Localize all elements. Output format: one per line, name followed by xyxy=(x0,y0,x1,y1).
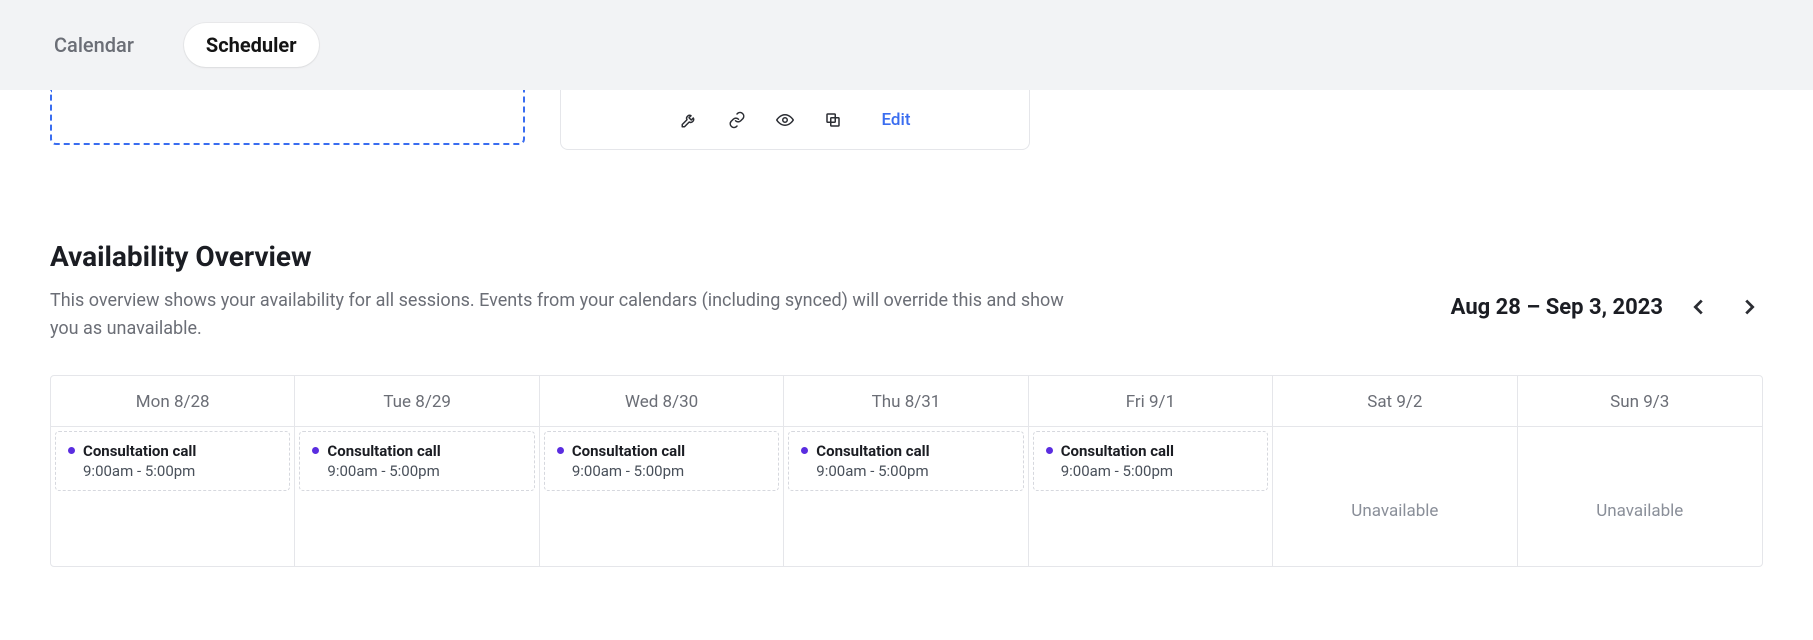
unavailable-label: Unavailable xyxy=(1522,431,1758,562)
action-icon-row xyxy=(679,110,843,130)
event-card[interactable]: Consultation call 9:00am - 5:00pm xyxy=(544,431,779,491)
day-column: Tue 8/29 Consultation call 9:00am - 5:00… xyxy=(295,376,539,566)
event-time: 9:00am - 5:00pm xyxy=(1061,462,1255,480)
availability-subrow: This overview shows your availability fo… xyxy=(50,287,1763,343)
event-card[interactable]: Consultation call 9:00am - 5:00pm xyxy=(55,431,290,491)
add-placeholder-box[interactable] xyxy=(50,90,525,145)
prev-week-button[interactable] xyxy=(1685,293,1713,321)
tab-calendar[interactable]: Calendar xyxy=(32,23,156,67)
day-body: Unavailable xyxy=(1518,427,1762,566)
day-column: Sat 9/2 Unavailable xyxy=(1273,376,1517,566)
event-title: Consultation call xyxy=(327,442,440,460)
event-title: Consultation call xyxy=(572,442,685,460)
date-range-nav: Aug 28 – Sep 3, 2023 xyxy=(1451,287,1763,321)
availability-subtitle: This overview shows your availability fo… xyxy=(50,287,1070,343)
event-dot-icon xyxy=(1046,447,1053,454)
event-title: Consultation call xyxy=(83,442,196,460)
event-dot-icon xyxy=(312,447,319,454)
next-week-button[interactable] xyxy=(1735,293,1763,321)
availability-table: Mon 8/28 Consultation call 9:00am - 5:00… xyxy=(50,375,1763,567)
tab-scheduler[interactable]: Scheduler xyxy=(184,23,319,67)
edit-link[interactable]: Edit xyxy=(881,110,910,130)
event-title: Consultation call xyxy=(816,442,929,460)
link-icon[interactable] xyxy=(727,110,747,130)
day-header: Wed 8/30 xyxy=(540,376,783,427)
day-column: Sun 9/3 Unavailable xyxy=(1518,376,1762,566)
day-body: Consultation call 9:00am - 5:00pm xyxy=(51,427,294,566)
wrench-icon[interactable] xyxy=(679,110,699,130)
event-title-row: Consultation call xyxy=(312,442,521,460)
event-card[interactable]: Consultation call 9:00am - 5:00pm xyxy=(1033,431,1268,491)
event-time: 9:00am - 5:00pm xyxy=(816,462,1010,480)
day-column: Mon 8/28 Consultation call 9:00am - 5:00… xyxy=(51,376,295,566)
event-card[interactable]: Consultation call 9:00am - 5:00pm xyxy=(788,431,1023,491)
eye-icon[interactable] xyxy=(775,110,795,130)
event-title: Consultation call xyxy=(1061,442,1174,460)
event-dot-icon xyxy=(801,447,808,454)
tab-group: Calendar Scheduler xyxy=(24,17,327,73)
day-column: Thu 8/31 Consultation call 9:00am - 5:00… xyxy=(784,376,1028,566)
unavailable-label: Unavailable xyxy=(1277,431,1512,562)
event-title-row: Consultation call xyxy=(557,442,766,460)
event-title-row: Consultation call xyxy=(1046,442,1255,460)
day-header: Tue 8/29 xyxy=(295,376,538,427)
day-header: Fri 9/1 xyxy=(1029,376,1272,427)
top-tab-bar: Calendar Scheduler xyxy=(0,0,1813,90)
day-header: Sun 9/3 xyxy=(1518,376,1762,427)
day-column: Fri 9/1 Consultation call 9:00am - 5:00p… xyxy=(1029,376,1273,566)
day-body: Consultation call 9:00am - 5:00pm xyxy=(1029,427,1272,566)
availability-section: Availability Overview This overview show… xyxy=(50,240,1763,343)
copy-icon[interactable] xyxy=(823,110,843,130)
event-title-row: Consultation call xyxy=(801,442,1010,460)
content-area: Edit Availability Overview This overview… xyxy=(0,90,1813,607)
day-column: Wed 8/30 Consultation call 9:00am - 5:00… xyxy=(540,376,784,566)
availability-title: Availability Overview xyxy=(50,240,1763,273)
day-body: Consultation call 9:00am - 5:00pm xyxy=(295,427,538,566)
day-header: Mon 8/28 xyxy=(51,376,294,427)
event-card[interactable]: Consultation call 9:00am - 5:00pm xyxy=(299,431,534,491)
event-dot-icon xyxy=(68,447,75,454)
day-header: Sat 9/2 xyxy=(1273,376,1516,427)
event-title-row: Consultation call xyxy=(68,442,277,460)
session-action-card: Edit xyxy=(560,90,1030,150)
event-dot-icon xyxy=(557,447,564,454)
day-body: Unavailable xyxy=(1273,427,1516,566)
day-body: Consultation call 9:00am - 5:00pm xyxy=(540,427,783,566)
event-time: 9:00am - 5:00pm xyxy=(83,462,277,480)
day-header: Thu 8/31 xyxy=(784,376,1027,427)
event-time: 9:00am - 5:00pm xyxy=(572,462,766,480)
date-range-label: Aug 28 – Sep 3, 2023 xyxy=(1451,295,1663,320)
event-time: 9:00am - 5:00pm xyxy=(327,462,521,480)
day-body: Consultation call 9:00am - 5:00pm xyxy=(784,427,1027,566)
